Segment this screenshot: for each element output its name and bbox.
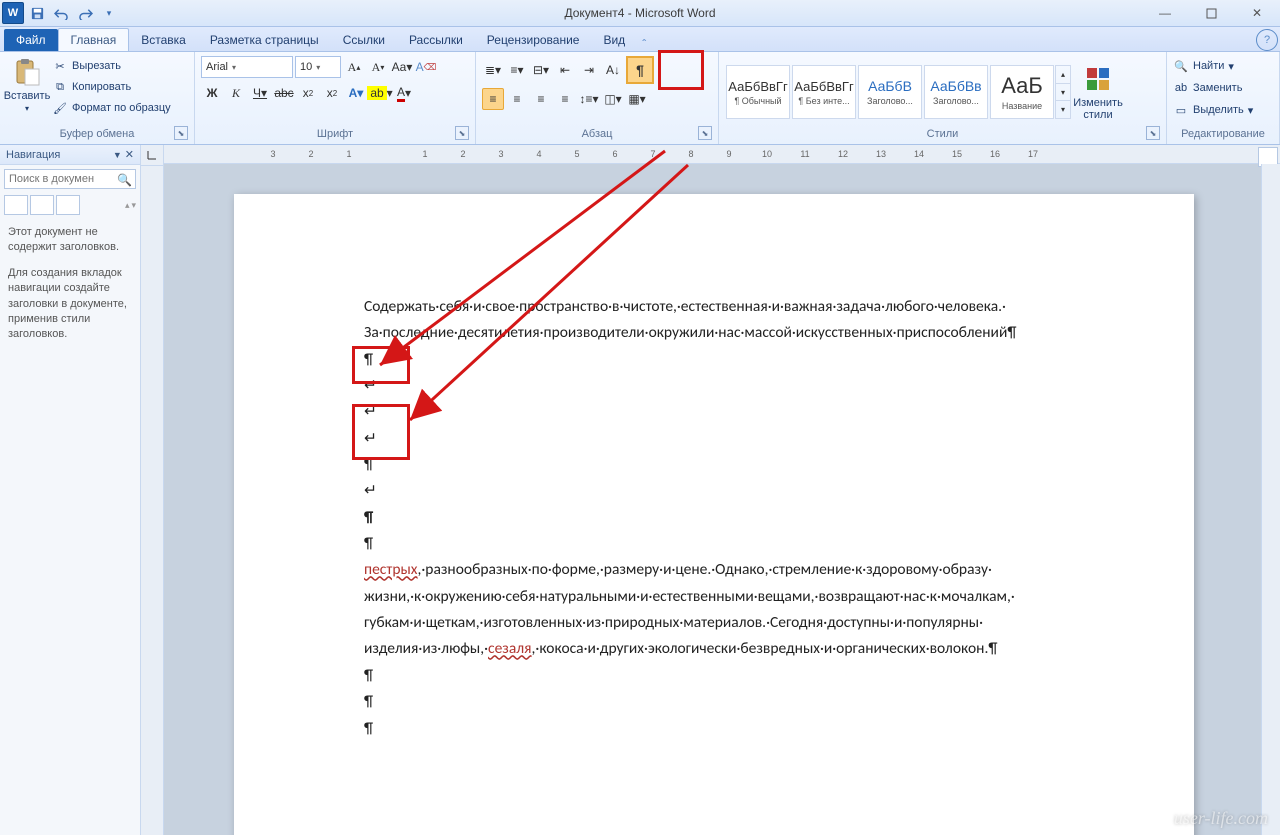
align-left-icon[interactable]: ≡ (482, 88, 504, 110)
nav-next-icon[interactable]: ▾ (131, 200, 136, 211)
ribbon: Вставить ▾ ✂Вырезать ⧉Копировать 🖌Формат… (0, 52, 1280, 145)
nav-view-pages[interactable] (30, 195, 54, 215)
clipboard-group-title: Буфер обмена (60, 128, 135, 140)
horizontal-ruler[interactable]: 3211234567891011121314151617 (164, 145, 1280, 164)
tab-file[interactable]: Файл (4, 29, 58, 51)
tab-home[interactable]: Главная (58, 28, 130, 51)
style-no-spacing[interactable]: АаБбВвГг¶ Без инте... (792, 65, 856, 119)
tab-review[interactable]: Рецензирование (475, 29, 592, 51)
title-bar: W ▾ Документ4 - Microsoft Word — ✕ (0, 0, 1280, 27)
nav-dropdown-icon[interactable]: ▼ (113, 150, 122, 160)
minimize-button[interactable]: — (1142, 2, 1188, 24)
redo-icon[interactable] (74, 2, 96, 24)
paste-label: Вставить (4, 90, 51, 102)
navigation-title: Навигация (6, 149, 60, 161)
vertical-scrollbar[interactable] (1261, 164, 1280, 835)
navigation-pane: Навигация ▼✕ 🔍 ▴ ▾ Этот документ не соде… (0, 145, 141, 835)
paragraph-group-title: Абзац (582, 128, 613, 140)
highlight-icon[interactable]: ab▾ (369, 82, 391, 104)
show-hide-formatting-button[interactable]: ¶ (626, 56, 654, 84)
document-page[interactable]: Содержать·себя·и·свое·пространство·в·чис… (234, 194, 1194, 835)
watermark: user-life.com (1174, 808, 1268, 829)
editing-group-title: Редактирование (1181, 128, 1265, 140)
align-center-icon[interactable]: ≡ (506, 88, 528, 110)
tab-mailings[interactable]: Рассылки (397, 29, 475, 51)
clipboard-launcher-icon[interactable]: ⬊ (174, 126, 188, 140)
subscript-button[interactable]: x2 (297, 82, 319, 104)
cut-button[interactable]: ✂Вырезать (52, 56, 171, 76)
tab-view[interactable]: Вид (591, 29, 637, 51)
search-icon[interactable]: 🔍 (117, 173, 132, 187)
copy-button[interactable]: ⧉Копировать (52, 77, 171, 97)
decrease-indent-icon[interactable]: ⇤ (554, 59, 576, 81)
styles-down-icon[interactable]: ▾ (1056, 83, 1070, 101)
underline-button[interactable]: Ч▾ (249, 82, 271, 104)
font-group-title: Шрифт (317, 128, 353, 140)
undo-icon[interactable] (50, 2, 72, 24)
nav-message-1: Этот документ не содержит заголовков. (8, 225, 132, 256)
select-button[interactable]: ▭Выделить▾ (1173, 100, 1253, 120)
nav-close-icon[interactable]: ✕ (125, 148, 134, 161)
app-icon[interactable]: W (2, 2, 24, 24)
bullets-icon[interactable]: ≣▾ (482, 59, 504, 81)
shading-icon[interactable]: ◫▾ (602, 88, 624, 110)
font-name-dropdown[interactable]: Arial▾ (201, 56, 293, 78)
nav-prev-icon[interactable]: ▴ (125, 200, 130, 211)
text-effects-icon[interactable]: A▾ (345, 82, 367, 104)
strikethrough-button[interactable]: abc (273, 82, 295, 104)
justify-icon[interactable]: ≡ (554, 88, 576, 110)
tab-page-layout[interactable]: Разметка страницы (198, 29, 331, 51)
format-painter-button[interactable]: 🖌Формат по образцу (52, 98, 171, 118)
align-right-icon[interactable]: ≡ (530, 88, 552, 110)
paste-button[interactable]: Вставить ▾ (6, 56, 48, 113)
nav-view-results[interactable] (56, 195, 80, 215)
window-title: Документ4 - Microsoft Word (564, 6, 715, 20)
styles-launcher-icon[interactable]: ⬊ (1146, 126, 1160, 140)
font-launcher-icon[interactable]: ⬊ (455, 126, 469, 140)
replace-button[interactable]: abЗаменить (1173, 78, 1253, 98)
vertical-ruler (141, 145, 164, 835)
change-styles-button[interactable]: Изменить стили (1077, 63, 1119, 121)
tab-insert[interactable]: Вставка (129, 29, 198, 51)
tab-references[interactable]: Ссылки (331, 29, 397, 51)
help-icon[interactable]: ? (1256, 29, 1278, 51)
style-title[interactable]: АаБНазвание (990, 65, 1054, 119)
line-spacing-icon[interactable]: ↕≡▾ (578, 88, 600, 110)
clear-formatting-icon[interactable]: A⌫ (415, 56, 437, 78)
qat-customize-icon[interactable]: ▾ (98, 2, 120, 24)
close-button[interactable]: ✕ (1234, 2, 1280, 24)
increase-indent-icon[interactable]: ⇥ (578, 59, 600, 81)
styles-more-icon[interactable]: ▾ (1056, 100, 1070, 118)
maximize-button[interactable] (1188, 2, 1234, 24)
sort-icon[interactable]: A↓ (602, 59, 624, 81)
font-color-icon[interactable]: A▾ (393, 82, 415, 104)
borders-icon[interactable]: ▦▾ (626, 88, 648, 110)
find-button[interactable]: 🔍Найти▾ (1173, 56, 1253, 76)
shrink-font-icon[interactable]: A▾ (367, 56, 389, 78)
style-heading1[interactable]: АаБбВЗаголово... (858, 65, 922, 119)
styles-up-icon[interactable]: ▴ (1056, 66, 1070, 83)
multilevel-list-icon[interactable]: ⊟▾ (530, 59, 552, 81)
style-heading2[interactable]: АаБбВвЗаголово... (924, 65, 988, 119)
nav-message-2: Для создания вкладок навигации создайте … (8, 266, 132, 343)
change-case-icon[interactable]: Aa▾ (391, 56, 413, 78)
paragraph-launcher-icon[interactable]: ⬊ (698, 126, 712, 140)
style-normal[interactable]: АаБбВвГг¶ Обычный (726, 65, 790, 119)
font-size-dropdown[interactable]: 10▾ (295, 56, 341, 78)
minimize-ribbon-icon[interactable]: ˆ (637, 37, 651, 51)
grow-font-icon[interactable]: A▴ (343, 56, 365, 78)
save-icon[interactable] (26, 2, 48, 24)
bold-button[interactable]: Ж (201, 82, 223, 104)
superscript-button[interactable]: x2 (321, 82, 343, 104)
tab-selector-icon[interactable] (141, 145, 163, 166)
nav-view-headings[interactable] (4, 195, 28, 215)
italic-button[interactable]: К (225, 82, 247, 104)
styles-group-title: Стили (927, 128, 959, 140)
numbering-icon[interactable]: ≡▾ (506, 59, 528, 81)
ribbon-tabs: Файл Главная Вставка Разметка страницы С… (0, 27, 1280, 52)
